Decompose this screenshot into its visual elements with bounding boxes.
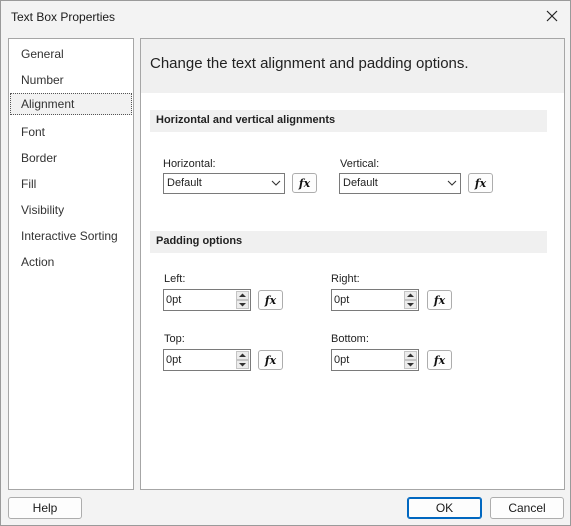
padding-top-expression-button[interactable]: fx xyxy=(258,350,283,370)
spin-down-icon xyxy=(239,303,246,307)
padding-left-label: Left: xyxy=(164,273,186,285)
nav-item-number[interactable]: Number xyxy=(10,69,132,91)
spin-down-icon xyxy=(407,303,414,307)
padding-top-label: Top: xyxy=(164,333,185,345)
nav-item-visibility[interactable]: Visibility xyxy=(10,199,132,221)
padding-bottom-stepper[interactable]: 0pt xyxy=(331,349,419,371)
panel-header-text: Change the text alignment and padding op… xyxy=(150,55,469,72)
close-icon xyxy=(546,10,558,22)
padding-left-increment-button[interactable] xyxy=(236,291,249,300)
padding-top-value: 0pt xyxy=(166,354,182,366)
horizontal-label: Horizontal: xyxy=(163,158,216,170)
nav-item-action[interactable]: Action xyxy=(10,251,132,273)
padding-right-decrement-button[interactable] xyxy=(404,300,417,309)
alignment-section-header: Horizontal and vertical alignments xyxy=(150,110,547,132)
chevron-down-icon xyxy=(447,180,457,186)
vertical-select-value: Default xyxy=(343,177,378,189)
padding-right-label: Right: xyxy=(331,273,360,285)
category-nav-list: General Number Alignment Font Border Fil… xyxy=(8,38,134,490)
padding-right-spin-buttons xyxy=(404,291,417,309)
padding-right-expression-button[interactable]: fx xyxy=(427,290,452,310)
vertical-select[interactable]: Default xyxy=(339,173,461,194)
padding-right-stepper[interactable]: 0pt xyxy=(331,289,419,311)
nav-item-fill[interactable]: Fill xyxy=(10,173,132,195)
vertical-label: Vertical: xyxy=(340,158,380,170)
padding-bottom-value: 0pt xyxy=(334,354,350,366)
title-bar: Text Box Properties xyxy=(1,1,570,33)
nav-item-alignment[interactable]: Alignment xyxy=(10,93,132,115)
nav-item-interactive-sorting[interactable]: Interactive Sorting xyxy=(10,225,132,247)
padding-left-value: 0pt xyxy=(166,294,182,306)
horizontal-select-value: Default xyxy=(167,177,202,189)
nav-item-general[interactable]: General xyxy=(10,43,132,65)
spin-up-icon xyxy=(239,293,246,297)
padding-top-increment-button[interactable] xyxy=(236,351,249,360)
panel-header: Change the text alignment and padding op… xyxy=(141,39,564,93)
padding-left-decrement-button[interactable] xyxy=(236,300,249,309)
horizontal-expression-button[interactable]: fx xyxy=(292,173,317,193)
padding-section-header: Padding options xyxy=(150,231,547,253)
padding-top-decrement-button[interactable] xyxy=(236,360,249,369)
text-box-properties-dialog: Text Box Properties General Number Align… xyxy=(0,0,571,526)
padding-bottom-decrement-button[interactable] xyxy=(404,360,417,369)
alignment-panel: Change the text alignment and padding op… xyxy=(140,38,565,490)
spin-up-icon xyxy=(239,353,246,357)
ok-button[interactable]: OK xyxy=(407,497,482,519)
chevron-down-icon xyxy=(271,180,281,186)
padding-left-expression-button[interactable]: fx xyxy=(258,290,283,310)
padding-right-increment-button[interactable] xyxy=(404,291,417,300)
nav-item-font[interactable]: Font xyxy=(10,121,132,143)
padding-left-spin-buttons xyxy=(236,291,249,309)
padding-left-stepper[interactable]: 0pt xyxy=(163,289,251,311)
spin-up-icon xyxy=(407,293,414,297)
padding-top-stepper[interactable]: 0pt xyxy=(163,349,251,371)
alignment-section-title: Horizontal and vertical alignments xyxy=(156,114,336,126)
padding-bottom-increment-button[interactable] xyxy=(404,351,417,360)
spin-up-icon xyxy=(407,353,414,357)
padding-top-spin-buttons xyxy=(236,351,249,369)
spin-down-icon xyxy=(407,363,414,367)
padding-section-title: Padding options xyxy=(156,235,243,247)
help-button[interactable]: Help xyxy=(8,497,82,519)
nav-item-border[interactable]: Border xyxy=(10,147,132,169)
padding-bottom-label: Bottom: xyxy=(331,333,369,345)
close-button[interactable] xyxy=(540,5,564,27)
padding-bottom-spin-buttons xyxy=(404,351,417,369)
padding-bottom-expression-button[interactable]: fx xyxy=(427,350,452,370)
padding-right-value: 0pt xyxy=(334,294,350,306)
vertical-expression-button[interactable]: fx xyxy=(468,173,493,193)
window-title: Text Box Properties xyxy=(11,10,116,24)
cancel-button[interactable]: Cancel xyxy=(490,497,564,519)
horizontal-select[interactable]: Default xyxy=(163,173,285,194)
spin-down-icon xyxy=(239,363,246,367)
